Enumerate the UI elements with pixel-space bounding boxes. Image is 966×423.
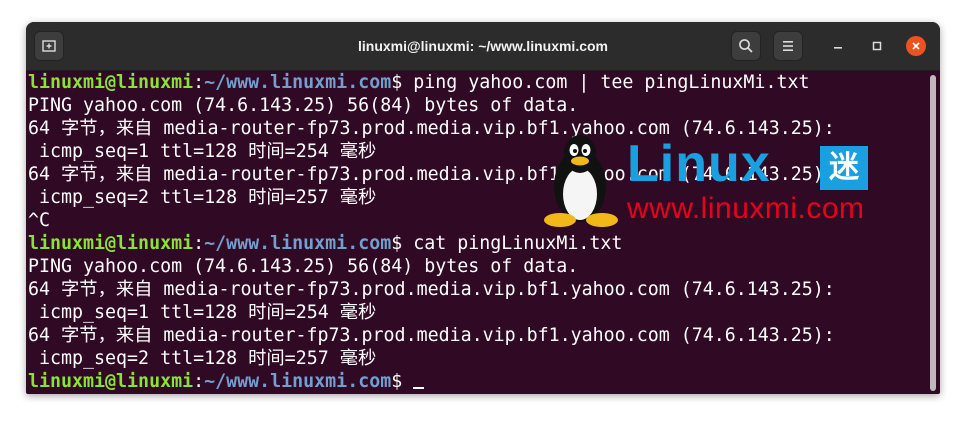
output-line: icmp_seq=1 ttl=128 时间=254 毫秒 — [28, 302, 377, 323]
minimize-button[interactable] — [828, 36, 848, 56]
tux-penguin-icon — [544, 135, 618, 227]
close-icon — [912, 42, 920, 50]
command-text — [402, 371, 413, 392]
prompt-path: ~/www.linuxmi.com — [204, 72, 392, 93]
hamburger-menu-icon — [783, 41, 793, 51]
prompt-path: ~/www.linuxmi.com — [204, 233, 392, 254]
prompt-separator: : — [193, 72, 205, 93]
output-line: PING yahoo.com (74.6.143.25) 56(84) byte… — [28, 256, 579, 277]
prompt-symbol: $ — [391, 233, 403, 254]
watermark-brand: Linux — [627, 135, 771, 193]
output-line: PING yahoo.com (74.6.143.25) 56(84) byte… — [28, 95, 579, 116]
search-button[interactable] — [731, 31, 761, 61]
maximize-button[interactable] — [867, 36, 887, 56]
output-line: icmp_seq=2 ttl=128 时间=257 毫秒 — [28, 348, 377, 369]
output-line: 64 字节，来自 media-router-fp73.prod.media.vi… — [28, 279, 835, 300]
prompt-line: linuxmi@linuxmi:~/www.linuxmi.com$ — [28, 370, 940, 393]
search-icon — [739, 39, 753, 53]
prompt-separator: : — [193, 371, 205, 392]
title-bar[interactable]: linuxmi@linuxmi: ~/www.linuxmi.com — [26, 22, 940, 71]
close-button[interactable] — [906, 36, 926, 56]
vertical-scrollbar[interactable] — [930, 75, 936, 391]
command-text: ping yahoo.com | tee pingLinuxMi.txt — [402, 72, 810, 93]
minimize-icon — [834, 47, 842, 49]
command-text: cat pingLinuxMi.txt — [402, 233, 623, 254]
prompt-path: ~/www.linuxmi.com — [204, 371, 392, 392]
prompt-line: linuxmi@linuxmi:~/www.linuxmi.com$ cat p… — [28, 232, 940, 255]
prompt-symbol: $ — [391, 371, 403, 392]
watermark-logo: Linux 迷 www.linuxmi.com — [540, 128, 885, 228]
maximize-icon — [872, 41, 882, 51]
prompt-line: linuxmi@linuxmi:~/www.linuxmi.com$ ping … — [28, 71, 940, 94]
prompt-symbol: $ — [391, 72, 403, 93]
prompt-user: linuxmi@linuxmi — [28, 371, 194, 392]
prompt-separator: : — [193, 233, 205, 254]
watermark-url: www.linuxmi.com — [627, 192, 865, 225]
watermark-brand-badge: 迷 — [820, 146, 868, 190]
terminal-output[interactable]: linuxmi@linuxmi:~/www.linuxmi.com$ ping … — [26, 71, 940, 394]
output-line: 64 字节，来自 media-router-fp73.prod.media.vi… — [28, 325, 835, 346]
menu-button[interactable] — [773, 31, 803, 61]
text-cursor — [413, 387, 425, 389]
prompt-user: linuxmi@linuxmi — [28, 72, 194, 93]
prompt-user: linuxmi@linuxmi — [28, 233, 194, 254]
